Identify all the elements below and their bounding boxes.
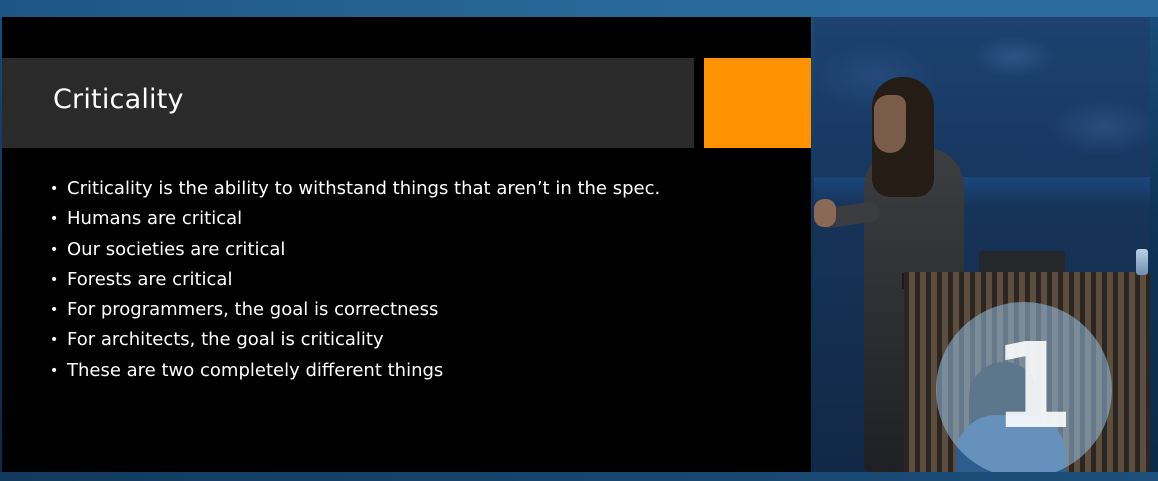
presentation-slide: Criticality • Criticality is the ability …: [2, 17, 811, 472]
bullet-dot-icon: •: [50, 332, 59, 349]
water-bottle: [1136, 249, 1148, 275]
speaker-hand: [814, 199, 836, 227]
slide-bullet-list: • Criticality is the ability to withstand…: [50, 174, 660, 386]
speaker-face: [874, 95, 906, 153]
bullet-text: For programmers, the goal is correctness: [67, 299, 439, 321]
bullet-item: • These are two completely different thin…: [50, 356, 660, 386]
bullet-dot-icon: •: [50, 211, 59, 228]
bullet-text: Our societies are critical: [67, 238, 286, 260]
bullet-text: For architects, the goal is criticality: [67, 329, 384, 351]
bullet-dot-icon: •: [50, 181, 59, 197]
logo-glyph: 1: [991, 317, 1075, 455]
bullet-dot-icon: •: [50, 362, 59, 379]
bullet-item: • For programmers, the goal is correctnes…: [50, 295, 660, 325]
bullet-item: • Our societies are critical: [50, 235, 660, 265]
bullet-item: • For architects, the goal is criticality: [50, 325, 660, 355]
bottom-band: [0, 472, 1158, 481]
bullet-item: • Criticality is the ability to withstand…: [50, 174, 660, 204]
bullet-item: • Humans are critical: [50, 204, 660, 234]
slide-title: Criticality: [53, 84, 184, 115]
conference-logo-icon: 1: [936, 302, 1112, 478]
video-frame: Criticality • Criticality is the ability …: [0, 0, 1158, 481]
bullet-dot-icon: •: [50, 302, 59, 319]
bullet-dot-icon: •: [50, 271, 59, 288]
bullet-text: Criticality is the ability to withstand …: [67, 178, 661, 199]
slide-accent-block: [704, 58, 811, 148]
slide-title-bar: Criticality: [2, 58, 694, 148]
bullet-text: These are two completely different thing…: [67, 359, 444, 381]
bullet-item: • Forests are critical: [50, 265, 660, 295]
bullet-dot-icon: •: [50, 241, 59, 258]
stage-curtain: [814, 17, 1150, 192]
bullet-text: Humans are critical: [67, 208, 243, 230]
top-band: [0, 0, 1158, 17]
bullet-text: Forests are critical: [67, 268, 233, 290]
